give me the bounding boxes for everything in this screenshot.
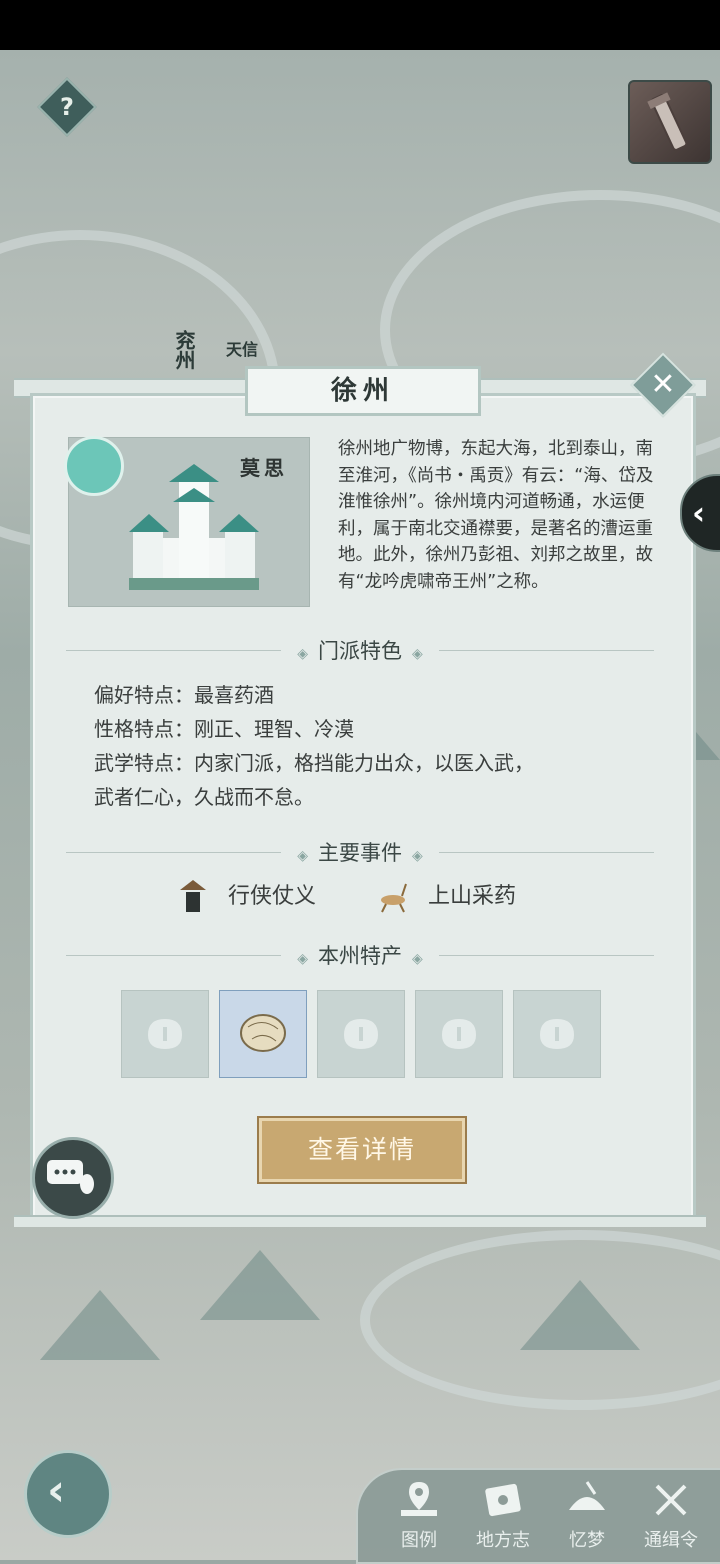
butterfly-emblem-icon (64, 436, 124, 496)
lock-icon (344, 1019, 378, 1049)
event-item[interactable]: 上山采药 (428, 878, 516, 910)
chevron-left-icon: ‹ (47, 1465, 66, 1516)
lock-icon (442, 1019, 476, 1049)
region-title: 徐州 (245, 366, 481, 416)
deer-icon (381, 883, 407, 913)
map-label-tianxin[interactable]: 天信 (226, 336, 258, 360)
dream-icon (569, 1481, 605, 1510)
trait-preference: 偏好特点：最喜药酒 (94, 683, 274, 707)
lock-icon (148, 1019, 182, 1049)
swordsman-icon (180, 880, 206, 912)
nav-legend[interactable]: 图例 (384, 1480, 454, 1552)
section-heading-events: ◈ 主要事件 ◈ (66, 838, 654, 868)
herb-bundle-icon (240, 1014, 286, 1052)
trait-personality: 性格特点：刚正、理智、冷漠 (94, 717, 354, 741)
section-heading-products: ◈ 本州特产 ◈ (66, 941, 654, 971)
question-icon: ? (60, 93, 74, 121)
product-slot-herb[interactable] (219, 990, 307, 1078)
trait-martial: 武学特点：内家门派，格挡能力出众，以医入武， (94, 751, 534, 775)
product-slot-locked[interactable] (513, 990, 601, 1078)
back-button[interactable]: ‹ (24, 1450, 112, 1538)
map-mountain (200, 1250, 320, 1320)
view-details-button[interactable]: 查看详情 (257, 1116, 467, 1184)
local-chronicle-icon (485, 1483, 521, 1517)
product-slot-locked[interactable] (317, 990, 405, 1078)
event-item[interactable]: 行侠仗义 (228, 878, 316, 910)
close-icon: ✕ (650, 367, 676, 402)
section-heading-sect: ◈ 门派特色 ◈ (66, 636, 654, 666)
section-title: 主要事件 (318, 841, 402, 865)
section-title: 门派特色 (318, 639, 402, 663)
nav-local-chronicle[interactable]: 地方志 (468, 1480, 538, 1552)
product-slot-locked[interactable] (121, 990, 209, 1078)
inventory-item-button[interactable] (628, 80, 712, 164)
status-bar (0, 0, 720, 50)
map-mountain (520, 1280, 640, 1350)
panel-bottom-rail (14, 1215, 706, 1227)
trait-martial-cont: 武者仁心，久战而不怠。 (94, 785, 314, 809)
chevron-left-icon: ‹ (692, 494, 706, 532)
product-slot-locked[interactable] (415, 990, 503, 1078)
map-label-yanzhou[interactable]: 兖州 (170, 330, 199, 370)
nav-wanted[interactable]: 通缉令 (636, 1480, 706, 1552)
scroll-icon (647, 92, 688, 151)
wanted-icon (655, 1484, 687, 1516)
map-mountain (40, 1290, 160, 1360)
chat-bubble-icon (47, 1160, 94, 1194)
region-description: 徐州地广物博，东起大海，北到泰山，南至淮河，《尚书・禹贡》有云：“海、岱及淮惟徐… (338, 439, 654, 592)
lock-icon (540, 1019, 574, 1049)
section-title: 本州特产 (318, 944, 402, 968)
legend-icon (401, 1482, 437, 1516)
nav-dream[interactable]: 忆梦 (552, 1480, 622, 1552)
chat-button[interactable] (32, 1137, 114, 1219)
sect-name: 莫思 (240, 456, 288, 480)
